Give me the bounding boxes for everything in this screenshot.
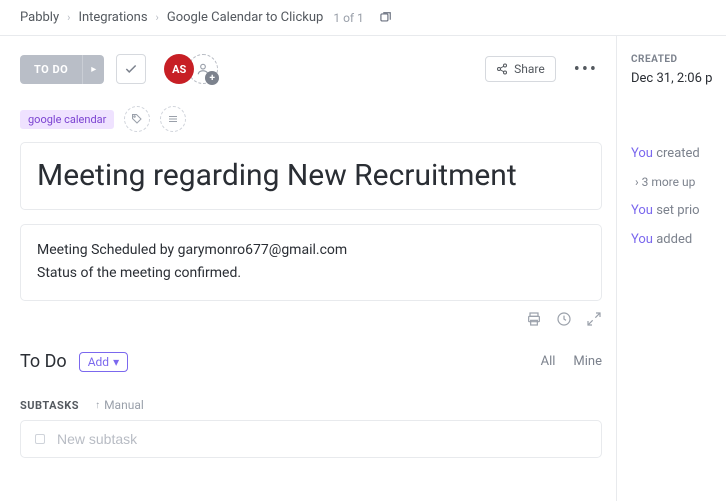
history-icon[interactable] <box>556 311 572 327</box>
activity-sidebar: CREATED Dec 31, 2:06 p You created › 3 m… <box>616 36 726 501</box>
assignee-avatar[interactable]: AS <box>164 54 194 84</box>
todo-heading: To Do <box>20 351 67 372</box>
activity-item: You set prio <box>631 203 726 218</box>
task-toolbar: TO DO ▸ AS + Share <box>20 54 602 84</box>
tag-google-calendar[interactable]: google calendar <box>20 110 114 129</box>
created-date: Dec 31, 2:06 p <box>631 71 726 86</box>
chevron-right-icon: › <box>67 11 70 24</box>
breadcrumb-item-0[interactable]: Pabbly <box>20 10 59 25</box>
tags-row: google calendar <box>20 106 602 132</box>
subtasks-header: SUBTASKS ↑ Manual <box>20 398 602 412</box>
breadcrumb: Pabbly › Integrations › Google Calendar … <box>0 0 726 36</box>
task-title-text: Meeting regarding New Recruitment <box>37 157 585 195</box>
add-todo-button[interactable]: Add ▾ <box>79 352 128 372</box>
activity-actor: You <box>631 232 653 247</box>
chevron-right-icon: › <box>156 11 159 24</box>
task-title-input[interactable]: Meeting regarding New Recruitment <box>20 142 602 210</box>
expand-icon[interactable] <box>586 311 602 327</box>
more-menu-button[interactable]: ••• <box>570 59 602 80</box>
breadcrumb-item-2[interactable]: Google Calendar to Clickup <box>167 10 323 25</box>
mark-complete-button[interactable] <box>116 54 146 84</box>
subtasks-label: SUBTASKS <box>20 399 79 412</box>
arrow-up-icon: ↑ <box>95 400 100 411</box>
assignee-initials: AS <box>172 63 186 76</box>
new-subtask-input[interactable] <box>57 431 587 447</box>
breadcrumb-count: 1 of 1 <box>333 11 363 25</box>
plus-icon: + <box>205 71 219 85</box>
activity-item: You added <box>631 232 726 247</box>
breadcrumb-item-1[interactable]: Integrations <box>78 10 147 25</box>
activity-actor: You <box>631 203 653 218</box>
description-actions <box>20 311 602 327</box>
description-line-2: Status of the meeting confirmed. <box>37 262 585 286</box>
task-description-input[interactable]: Meeting Scheduled by garymonro677@gmail.… <box>20 224 602 302</box>
caret-down-icon: ▾ <box>113 355 119 369</box>
activity-actor: You <box>631 146 653 161</box>
subtask-checkbox-icon <box>35 434 45 444</box>
assignees: AS + <box>164 54 218 84</box>
share-label: Share <box>514 62 545 76</box>
share-button[interactable]: Share <box>485 56 556 82</box>
new-subtask-row[interactable] <box>20 420 602 458</box>
share-icon <box>496 63 508 75</box>
status-button[interactable]: TO DO <box>20 55 82 84</box>
open-external-icon[interactable] <box>378 11 392 25</box>
filter-all[interactable]: All <box>541 354 556 369</box>
activity-item: You created <box>631 146 726 161</box>
manual-label: Manual <box>104 398 144 412</box>
activity-more[interactable]: › 3 more up <box>631 175 726 189</box>
todo-header: To Do Add ▾ All Mine <box>20 351 602 372</box>
task-main-panel: TO DO ▸ AS + Share <box>0 36 616 501</box>
status-next-button[interactable]: ▸ <box>82 55 104 84</box>
created-label: CREATED <box>631 54 726 65</box>
add-tag-button[interactable] <box>124 106 150 132</box>
print-icon[interactable] <box>526 311 542 327</box>
description-line-1: Meeting Scheduled by garymonro677@gmail.… <box>37 239 585 263</box>
subtasks-sort-button[interactable]: ↑ Manual <box>95 398 144 412</box>
extra-options-button[interactable] <box>160 106 186 132</box>
add-label: Add <box>88 355 109 369</box>
filter-mine[interactable]: Mine <box>573 354 602 369</box>
